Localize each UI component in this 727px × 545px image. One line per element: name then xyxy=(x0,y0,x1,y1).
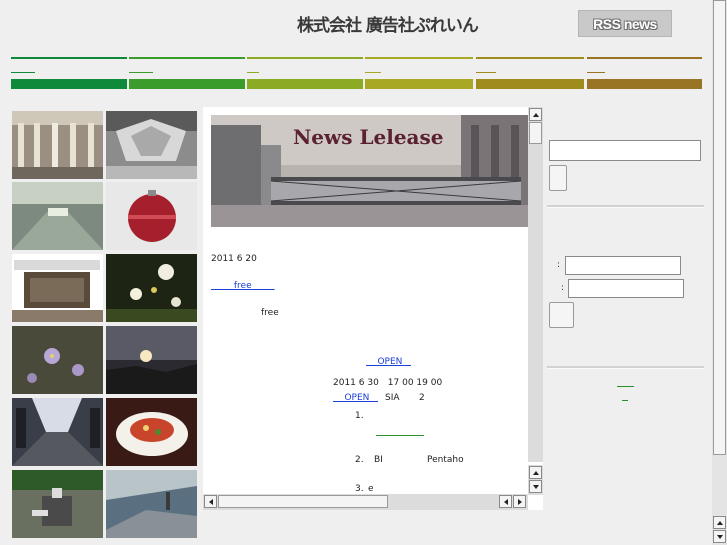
free-text: free xyxy=(261,308,279,318)
corridor-photo[interactable] xyxy=(12,182,103,250)
nav-bar-1[interactable] xyxy=(11,79,127,89)
nav-bar-3[interactable] xyxy=(247,79,363,89)
arrow-left-icon xyxy=(208,498,213,505)
arrow-right-icon xyxy=(517,498,522,505)
nav-bar-2[interactable] xyxy=(129,79,245,89)
company-logo[interactable]: 株式会社 廣告社ぷれいん xyxy=(297,11,479,39)
arrow-up-icon xyxy=(716,520,723,525)
nav-link-3[interactable] xyxy=(247,72,259,73)
news-frame[interactable]: News Lelease 2011 6 20 free free OPEN 20… xyxy=(203,107,543,510)
item-2-pentaho: Pentaho xyxy=(427,455,464,465)
login-id-input[interactable] xyxy=(565,256,681,275)
open-link-label: OPEN xyxy=(377,357,403,367)
horizontal-scroll-thumb[interactable] xyxy=(218,495,388,508)
arrow-left-icon xyxy=(503,498,508,505)
harbor-view-photo[interactable] xyxy=(106,470,197,538)
page-vertical-scrollbar[interactable] xyxy=(712,0,727,545)
nav-link-5[interactable] xyxy=(476,72,496,73)
nav-link-6[interactable] xyxy=(587,72,605,73)
sia-text: SIA xyxy=(385,393,400,403)
sia-number: 2 xyxy=(419,393,425,403)
item-1-link[interactable] xyxy=(376,435,424,436)
sidebar-link-2[interactable] xyxy=(622,400,628,401)
news-vertical-scrollbar-lower[interactable] xyxy=(528,465,543,495)
scroll-right-button[interactable] xyxy=(513,495,526,508)
scroll-left-button[interactable] xyxy=(204,495,217,508)
login-id-label: : xyxy=(557,260,561,270)
scroll-up-button[interactable] xyxy=(529,108,542,121)
password-label: : xyxy=(561,283,565,293)
rss-news-button[interactable]: RSS news xyxy=(578,10,672,37)
free-link-label: free xyxy=(233,281,252,291)
nav-line-6 xyxy=(587,57,702,59)
nav-link-4[interactable] xyxy=(365,72,381,73)
sunset-photo[interactable] xyxy=(106,326,197,394)
search-input[interactable] xyxy=(549,140,701,161)
sidebar-link-1[interactable] xyxy=(617,386,634,387)
pasta-dish-photo[interactable] xyxy=(106,398,197,466)
item-1-number: 1. xyxy=(355,411,364,421)
nav-line-1 xyxy=(11,57,127,59)
search-button[interactable] xyxy=(549,165,567,191)
scroll-up-button-2[interactable] xyxy=(529,466,542,479)
nav-bar-4[interactable] xyxy=(365,79,473,89)
arrow-down-icon xyxy=(532,484,539,489)
signboard-photo[interactable] xyxy=(12,254,103,322)
page-scroll-up-button[interactable] xyxy=(713,516,726,529)
open-link-2-label: OPEN xyxy=(344,393,370,403)
arrow-up-icon xyxy=(532,112,539,117)
arrow-down-icon xyxy=(716,534,723,539)
page-scroll-thumb[interactable] xyxy=(713,0,726,455)
nav-link-2[interactable] xyxy=(129,72,153,73)
news-banner-title: News Lelease xyxy=(293,125,444,149)
chandelier-photo[interactable] xyxy=(106,111,197,179)
password-input[interactable] xyxy=(568,279,684,298)
nav-bar-5[interactable] xyxy=(476,79,584,89)
nav-line-4 xyxy=(365,57,473,59)
open-link-2[interactable]: OPEN xyxy=(333,393,378,403)
purple-flowers-photo[interactable] xyxy=(12,326,103,394)
item-3-number: 3. xyxy=(355,484,364,494)
arrow-up-icon xyxy=(532,470,539,475)
nav-line-2 xyxy=(129,57,245,59)
train-corridor-photo[interactable] xyxy=(12,398,103,466)
rss-news-label: RSS news xyxy=(593,15,657,32)
item-3-e: e xyxy=(368,484,374,494)
news-banner: News Lelease xyxy=(211,115,528,227)
sidebar-divider-2 xyxy=(547,366,704,369)
rooftop-photo[interactable] xyxy=(12,470,103,538)
news-vertical-scrollbar[interactable] xyxy=(528,107,543,462)
scroll-thumb[interactable] xyxy=(529,122,542,144)
page-scroll-down-button[interactable] xyxy=(713,530,726,543)
nav-line-3 xyxy=(247,57,363,59)
login-button[interactable] xyxy=(549,302,574,328)
white-flowers-photo[interactable] xyxy=(106,254,197,322)
news-horizontal-scrollbar[interactable] xyxy=(203,494,528,510)
nav-line-5 xyxy=(476,57,584,59)
scroll-down-button[interactable] xyxy=(529,480,542,493)
sidebar-divider-1 xyxy=(547,205,704,208)
news-content: News Lelease 2011 6 20 free free OPEN 20… xyxy=(203,107,528,494)
item-2-bi: BI xyxy=(374,455,383,465)
scroll-left-button-2[interactable] xyxy=(499,495,512,508)
event-datetime: 2011 6 30 17 00 19 00 xyxy=(333,378,443,388)
news-date: 2011 6 20 xyxy=(211,254,257,264)
item-2-number: 2. xyxy=(355,455,364,465)
nav-bar-6[interactable] xyxy=(587,79,702,89)
nav-link-1[interactable] xyxy=(11,72,35,73)
hall-columns-photo[interactable] xyxy=(12,111,103,179)
open-link[interactable]: OPEN xyxy=(366,357,411,367)
free-link[interactable]: free xyxy=(211,281,275,291)
red-ornament-photo[interactable] xyxy=(106,182,197,250)
